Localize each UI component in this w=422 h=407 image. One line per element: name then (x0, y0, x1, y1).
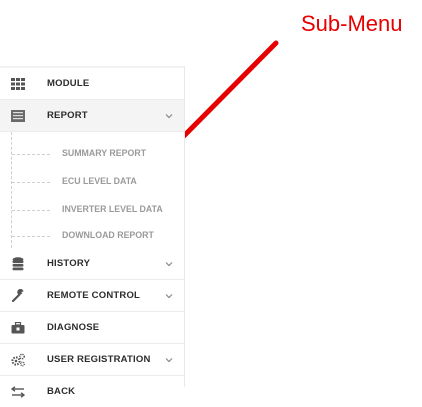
grid-icon (10, 76, 26, 92)
database-icon (10, 256, 26, 272)
nav-item-user-registration[interactable]: USER REGISTRATION (0, 343, 184, 375)
submenu-item-summary-report[interactable]: SUMMARY REPORT (0, 144, 184, 164)
tree-connector (12, 154, 50, 155)
nav-item-label: REPORT (47, 110, 88, 121)
back-arrow-icon (10, 384, 26, 400)
report-icon (10, 108, 26, 124)
nav-item-back[interactable]: BACK (0, 375, 184, 407)
nav-item-label: DIAGNOSE (47, 322, 100, 333)
submenu-item-label: DOWNLOAD REPORT (62, 230, 154, 240)
nav-item-history[interactable]: HISTORY (0, 248, 184, 279)
report-submenu: SUMMARY REPORT ECU LEVEL DATA INVERTER L… (0, 131, 184, 248)
sidebar-nav: MODULE REPORT SUMMARY REPORT ECU LEVEL D… (0, 66, 185, 398)
nav-item-report[interactable]: REPORT (0, 99, 184, 131)
submenu-item-inverter-level-data[interactable]: INVERTER LEVEL DATA (0, 200, 184, 220)
nav-item-label: MODULE (47, 78, 90, 89)
tree-connector (12, 210, 50, 211)
nav-item-module[interactable]: MODULE (0, 68, 184, 99)
chevron-down-icon[interactable] (164, 356, 174, 364)
tree-connector (12, 236, 50, 237)
chevron-down-icon[interactable] (164, 260, 174, 268)
nav-item-label: USER REGISTRATION (47, 354, 151, 365)
nav-item-diagnose[interactable]: DIAGNOSE (0, 311, 184, 343)
wrench-icon (10, 288, 26, 304)
nav-item-label: BACK (47, 386, 76, 397)
submenu-annotation-label: Sub-Menu (301, 11, 403, 36)
nav-item-label: REMOTE CONTROL (47, 290, 141, 301)
tree-connector (12, 182, 50, 183)
submenu-item-download-report[interactable]: DOWNLOAD REPORT (0, 226, 184, 246)
submenu-item-label: INVERTER LEVEL DATA (62, 204, 163, 214)
nav-item-remote-control[interactable]: REMOTE CONTROL (0, 279, 184, 311)
submenu-item-ecu-level-data[interactable]: ECU LEVEL DATA (0, 172, 184, 192)
chevron-down-icon[interactable] (164, 112, 174, 120)
submenu-item-label: ECU LEVEL DATA (62, 176, 137, 186)
chevron-down-icon[interactable] (164, 292, 174, 300)
submenu-item-label: SUMMARY REPORT (62, 148, 147, 158)
gears-icon (10, 352, 26, 368)
nav-item-label: HISTORY (47, 258, 91, 269)
briefcase-icon (10, 320, 26, 336)
